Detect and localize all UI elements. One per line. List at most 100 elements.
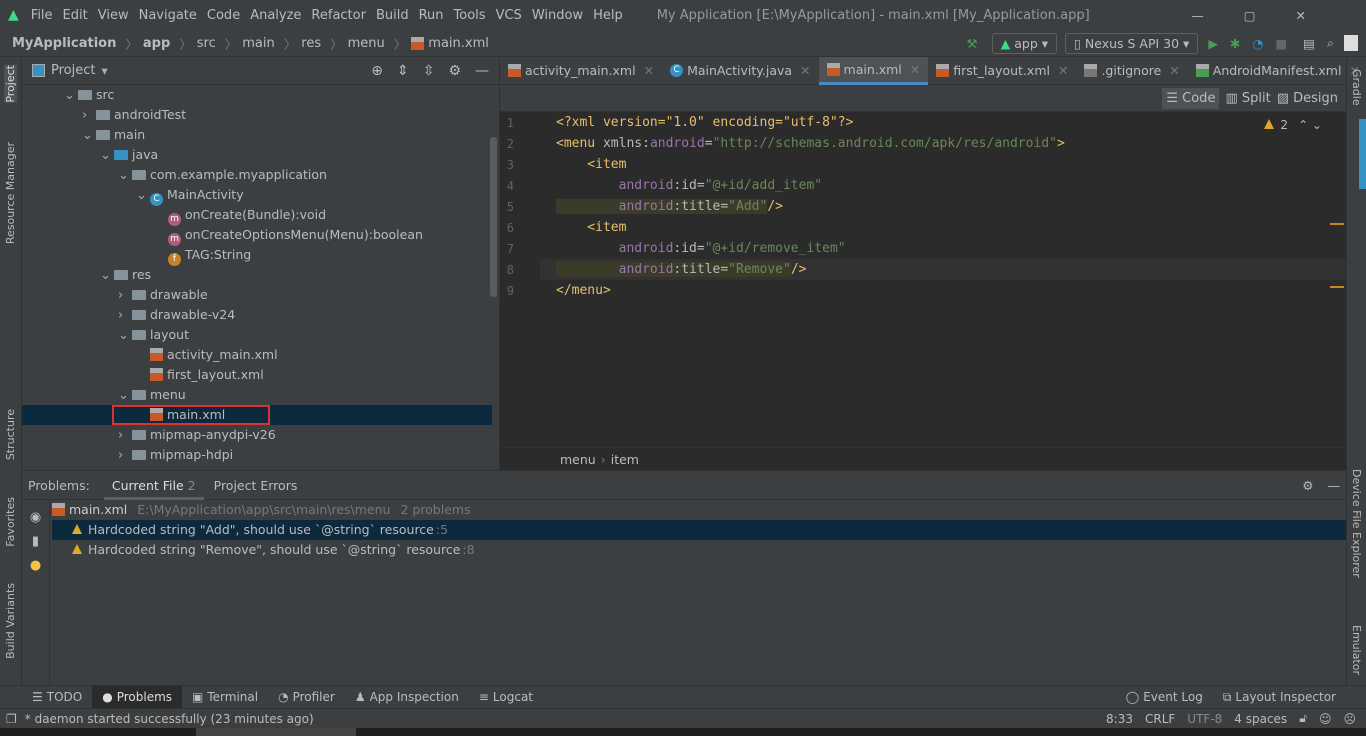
window-controls[interactable]: —▢✕: [1191, 8, 1346, 23]
tool-terminal[interactable]: ▣ Terminal: [182, 686, 268, 709]
locate-icon[interactable]: ⊕: [371, 63, 383, 79]
tab-project-errors[interactable]: Project Errors: [214, 478, 298, 493]
file-encoding[interactable]: UTF-8: [1187, 712, 1222, 726]
status-toggle-icon[interactable]: ❐: [6, 712, 17, 726]
tool-structure[interactable]: Structure: [4, 409, 17, 460]
close-icon[interactable]: ✕: [1169, 63, 1179, 78]
run-config-select[interactable]: ▲ app ▾: [991, 32, 1058, 54]
menu-code[interactable]: Code: [207, 8, 240, 23]
device-select[interactable]: ▯ Nexus S API 30 ▾: [1065, 32, 1199, 54]
build-hammer-icon[interactable]: ⚒: [966, 36, 977, 51]
happy-face-icon[interactable]: ☺: [1319, 712, 1332, 726]
tab--gitignore[interactable]: .gitignore ✕: [1076, 57, 1187, 85]
tool-profiler[interactable]: ◔ Profiler: [268, 686, 345, 709]
preview-icon[interactable]: ▮: [22, 530, 49, 554]
chevron-down-icon[interactable]: ⌄: [118, 166, 132, 186]
breadcrumb-item[interactable]: main: [242, 36, 274, 51]
tab-current-file[interactable]: Current File 2: [103, 471, 204, 500]
tab-main-xml[interactable]: main.xml ✕: [818, 56, 929, 85]
breadcrumb-item[interactable]: MyApplication: [12, 36, 116, 51]
tree-scrollbar[interactable]: [490, 137, 497, 297]
tab-activity-main-xml[interactable]: activity_main.xml ✕: [500, 57, 662, 85]
menu-tools[interactable]: Tools: [454, 8, 486, 23]
view-split-button[interactable]: ▥ Split: [1225, 91, 1270, 106]
gear-icon[interactable]: ⚙: [448, 63, 461, 79]
menu-window[interactable]: Window: [532, 8, 583, 23]
menu-refactor[interactable]: Refactor: [311, 8, 366, 23]
menu-vcs[interactable]: VCS: [496, 8, 522, 23]
status-message[interactable]: * daemon started successfully (23 minute…: [25, 712, 314, 726]
line-separator[interactable]: CRLF: [1145, 712, 1175, 726]
collapse-all-icon[interactable]: ⇳: [423, 63, 435, 79]
breadcrumb-item[interactable]: res: [301, 36, 321, 51]
eye-icon[interactable]: ◉: [22, 506, 49, 530]
tool-emulator[interactable]: Emulator: [1350, 625, 1363, 675]
breadcrumb-item[interactable]: src: [197, 36, 216, 51]
chevron-right-icon[interactable]: ›: [118, 426, 132, 446]
problem-item[interactable]: Hardcoded string "Add", should use `@str…: [52, 520, 1346, 540]
indent-setting[interactable]: 4 spaces: [1234, 712, 1287, 726]
tree-item[interactable]: main.xml: [22, 405, 492, 425]
run-icon[interactable]: ▶: [1208, 36, 1218, 51]
breadcrumb-item[interactable]: item: [611, 452, 639, 467]
hide-icon[interactable]: —: [1328, 478, 1341, 493]
breadcrumb-menu[interactable]: menu: [560, 452, 596, 467]
tool-build-variants[interactable]: Build Variants: [4, 583, 17, 659]
close-icon[interactable]: ✕: [800, 63, 810, 78]
chevron-down-icon[interactable]: ⌄: [136, 186, 150, 206]
menu-file[interactable]: File: [31, 8, 53, 23]
chevron-right-icon[interactable]: ›: [82, 106, 96, 126]
menu-help[interactable]: Help: [593, 8, 623, 23]
lock-icon[interactable]: 🔓︎: [1299, 711, 1307, 726]
menu-run[interactable]: Run: [419, 8, 444, 23]
project-view-select[interactable]: Project: [51, 63, 95, 78]
avatar[interactable]: [1344, 35, 1358, 51]
tool-app-inspection[interactable]: ♟ App Inspection: [345, 686, 469, 709]
debug-icon[interactable]: ✱: [1230, 36, 1240, 51]
tool-project[interactable]: Project: [4, 65, 17, 103]
view-design-button[interactable]: ▨ Design: [1277, 91, 1338, 106]
tool-device-file-explorer[interactable]: Device File Explorer: [1350, 469, 1363, 578]
close-icon[interactable]: ✕: [1058, 63, 1068, 78]
profile-icon[interactable]: ◔: [1252, 36, 1263, 51]
tab-first-layout-xml[interactable]: first_layout.xml ✕: [928, 57, 1076, 85]
breadcrumb-item[interactable]: main.xml: [428, 36, 489, 51]
tool-favorites[interactable]: Favorites: [4, 497, 17, 547]
chevron-right-icon[interactable]: ›: [118, 446, 132, 466]
tool-gradle[interactable]: Gradle: [1350, 69, 1363, 106]
tool-problems[interactable]: ● Problems: [92, 685, 183, 709]
chevron-down-icon[interactable]: ⌄: [118, 326, 132, 346]
device-manager-icon[interactable]: ▤: [1303, 36, 1315, 51]
expand-all-icon[interactable]: ⇕: [397, 63, 409, 79]
problem-item[interactable]: Hardcoded string "Remove", should use `@…: [52, 540, 1346, 560]
tool-todo[interactable]: ☰ TODO: [22, 686, 92, 709]
tool-resource-manager[interactable]: Resource Manager: [4, 142, 17, 244]
chevron-down-icon[interactable]: ⌄: [100, 266, 114, 286]
caret-position[interactable]: 8:33: [1106, 712, 1133, 726]
menu-view[interactable]: View: [98, 8, 129, 23]
tool-event-log[interactable]: ◯ Event Log: [1116, 686, 1213, 709]
menu-analyze[interactable]: Analyze: [250, 8, 301, 23]
problem-file-row[interactable]: main.xml E:\MyApplication\app\src\main\r…: [52, 500, 1346, 520]
close-icon[interactable]: ✕: [644, 63, 654, 78]
sad-face-icon[interactable]: ☹: [1343, 712, 1356, 726]
tab-androidmanifest-xml[interactable]: AndroidManifest.xml ✕: [1188, 57, 1366, 85]
chevron-down-icon[interactable]: ⌄: [100, 146, 114, 166]
tool-layout-inspector[interactable]: ⧉ Layout Inspector: [1213, 686, 1346, 709]
tool-logcat[interactable]: ≡ Logcat: [469, 686, 543, 709]
chevron-right-icon[interactable]: ›: [118, 286, 132, 306]
menu-build[interactable]: Build: [376, 8, 409, 23]
chevron-down-icon[interactable]: ⌄: [64, 86, 78, 106]
chevron-down-icon[interactable]: ⌄: [82, 126, 96, 146]
chevron-down-icon[interactable]: ⌄: [118, 386, 132, 406]
menu-navigate[interactable]: Navigate: [139, 8, 197, 23]
view-code-button[interactable]: ☰ Code: [1162, 87, 1220, 109]
breadcrumb-item[interactable]: app: [143, 36, 170, 51]
gear-icon[interactable]: ⚙: [1302, 478, 1313, 493]
chevron-right-icon[interactable]: ›: [118, 306, 132, 326]
menu-edit[interactable]: Edit: [63, 8, 88, 23]
close-icon[interactable]: ✕: [910, 62, 920, 77]
breadcrumb-item[interactable]: menu: [348, 36, 385, 51]
stop-icon[interactable]: ■: [1275, 36, 1287, 51]
tab-mainactivity-java[interactable]: C MainActivity.java ✕: [662, 57, 818, 85]
